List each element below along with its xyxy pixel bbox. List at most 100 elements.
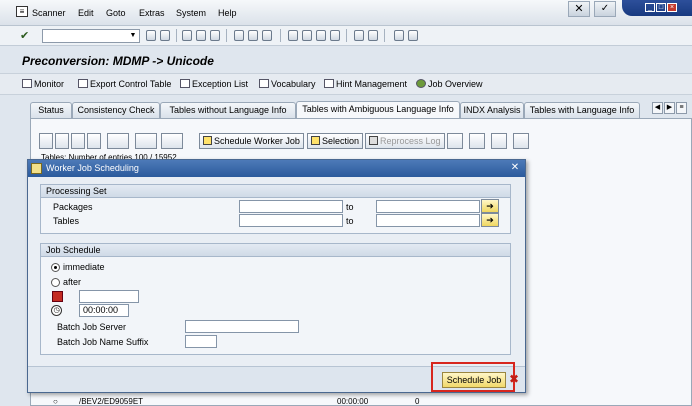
stop-icon[interactable] [210, 30, 220, 41]
enter-icon[interactable]: ✔ [20, 29, 29, 42]
menu-system[interactable]: System [176, 8, 206, 18]
menu-icon[interactable]: ≡ [16, 6, 28, 17]
after-label: after [63, 277, 82, 287]
find-next-icon[interactable] [87, 133, 101, 149]
layout-icon[interactable] [161, 133, 183, 149]
exception-list-label: Exception List [192, 79, 249, 89]
layout-icon[interactable] [408, 30, 418, 41]
info-icon[interactable] [513, 133, 529, 149]
job-icon [416, 79, 426, 88]
application-toolbar: Monitor Export Control Table Exception L… [0, 73, 692, 95]
tab-scroll-right-icon[interactable]: ▶ [664, 102, 675, 114]
tab-tables-without-language-info[interactable]: Tables without Language Info [160, 102, 296, 118]
tab-tables-with-ambiguous-language-info[interactable]: Tables with Ambiguous Language Info [296, 101, 460, 119]
tab-indx-analysis[interactable]: INDX Analysis [460, 102, 524, 118]
cancel-icon[interactable]: ✖ [509, 372, 521, 386]
tables-multiple-selection-icon[interactable]: ➔ [481, 213, 499, 227]
prev-page-icon[interactable] [302, 30, 312, 41]
tab-tables-with-language-info[interactable]: Tables with Language Info [524, 102, 640, 118]
command-field[interactable]: ▼ [42, 29, 140, 43]
help-icon[interactable] [394, 30, 404, 41]
cancel-icon[interactable] [196, 30, 206, 41]
export-control-table-button[interactable]: Export Control Table [78, 79, 171, 89]
find-icon[interactable] [248, 30, 258, 41]
page-title: Preconversion: MDMP -> Unicode [22, 54, 214, 68]
print-icon[interactable] [234, 30, 244, 41]
immediate-label: immediate [63, 262, 105, 272]
save-icon[interactable] [491, 133, 507, 149]
first-page-icon[interactable] [288, 30, 298, 41]
after-radio[interactable] [51, 278, 60, 287]
new-session-icon[interactable] [354, 30, 364, 41]
vocabulary-button[interactable]: Vocabulary [259, 79, 316, 89]
dialog-title: Worker Job Scheduling [46, 163, 139, 173]
shortcut-icon[interactable] [368, 30, 378, 41]
find-next-icon[interactable] [262, 30, 272, 41]
packages-to-field[interactable] [376, 200, 480, 213]
time-field[interactable]: 00:00:00 [79, 304, 129, 317]
window-controls: _ □ × [622, 0, 692, 16]
exit-icon[interactable] [182, 30, 192, 41]
batch-job-name-suffix-field[interactable] [185, 335, 217, 348]
export-icon [78, 79, 88, 88]
vocabulary-label: Vocabulary [271, 79, 316, 89]
chevron-down-icon[interactable]: ✓ [594, 1, 616, 17]
monitor-button[interactable]: Monitor [22, 79, 64, 89]
separator [346, 29, 347, 42]
find-icon[interactable] [71, 133, 85, 149]
table-row[interactable]: ○ /BEV2/ED9059ET 00:00:00 0 [39, 397, 685, 406]
tab-list-icon[interactable]: ≡ [676, 102, 687, 114]
next-page-icon[interactable] [316, 30, 326, 41]
batch-job-name-suffix-label: Batch Job Name Suffix [57, 337, 149, 347]
monitor-label: Monitor [34, 79, 65, 89]
hint-icon [324, 79, 334, 88]
tables-from-field[interactable] [239, 214, 343, 227]
tables-label: Tables [53, 216, 80, 226]
packages-from-field[interactable] [239, 200, 343, 213]
menu-scanner[interactable]: Scanner [32, 8, 66, 18]
reprocess-log-button: Reprocess Log [365, 133, 445, 149]
menu-extras[interactable]: Extras [139, 8, 165, 18]
clock-icon: ◷ [51, 305, 62, 316]
menu-edit[interactable]: Edit [78, 8, 94, 18]
list-icon[interactable] [447, 133, 463, 149]
chevron-down-icon[interactable]: ▼ [128, 31, 138, 41]
packages-to-label: to [346, 202, 354, 212]
customize-layout-icon[interactable]: ✕ [568, 1, 590, 17]
tab-status[interactable]: Status [30, 102, 72, 118]
job-overview-button[interactable]: Job Overview [416, 79, 483, 89]
filter-icon[interactable] [55, 133, 69, 149]
exception-list-button[interactable]: Exception List [180, 79, 248, 89]
details-icon[interactable] [39, 133, 53, 149]
date-field[interactable] [79, 290, 139, 303]
immediate-radio[interactable] [51, 263, 60, 272]
maximize-icon[interactable]: □ [656, 3, 666, 12]
tables-to-field[interactable] [376, 214, 480, 227]
menu-bar: ≡ Scanner Edit Goto Extras System Help ✕… [0, 0, 692, 26]
menu-goto[interactable]: Goto [106, 8, 126, 18]
schedule-worker-job-button[interactable]: Schedule Worker Job [199, 133, 304, 149]
job-schedule-group: Job Schedule immediate after ◷ 00:00:00 … [40, 243, 511, 355]
export-icon[interactable] [135, 133, 157, 149]
back-icon[interactable] [146, 30, 156, 41]
sum-icon[interactable] [107, 133, 129, 149]
batch-job-server-field[interactable] [185, 320, 299, 333]
save-icon[interactable] [160, 30, 170, 41]
hint-management-label: Hint Management [336, 79, 408, 89]
packages-multiple-selection-icon[interactable]: ➔ [481, 199, 499, 213]
standard-toolbar: ✔ ▼ [0, 26, 692, 46]
hint-management-button[interactable]: Hint Management [324, 79, 407, 89]
monitor-icon [22, 79, 32, 88]
close-icon[interactable]: × [667, 3, 677, 12]
menu-help[interactable]: Help [218, 8, 237, 18]
tab-scroll-left-icon[interactable]: ◀ [652, 102, 663, 114]
selection-button[interactable]: Selection [307, 133, 364, 149]
separator [280, 29, 281, 42]
schedule-job-button[interactable]: Schedule Job [442, 372, 506, 388]
reprocess-log-label: Reprocess Log [380, 136, 441, 146]
tab-consistency-check[interactable]: Consistency Check [72, 102, 160, 118]
refresh-icon[interactable] [469, 133, 485, 149]
minimize-icon[interactable]: _ [645, 3, 655, 12]
last-page-icon[interactable] [330, 30, 340, 41]
close-icon[interactable]: ✕ [509, 162, 521, 174]
